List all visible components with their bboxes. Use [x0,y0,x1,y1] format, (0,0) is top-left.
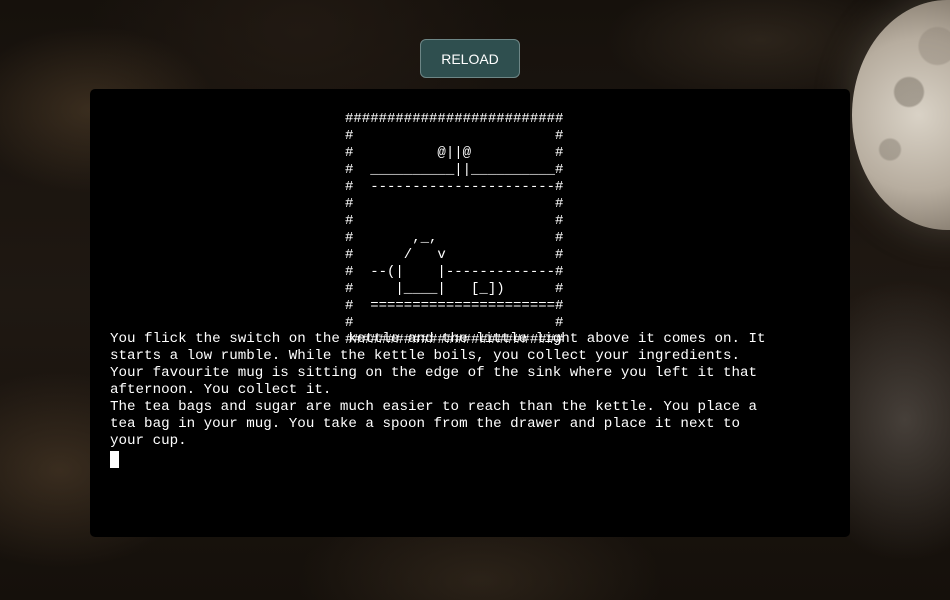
story-line: afternoon. You collect it. [110,382,332,398]
story-line: starts a low rumble. While the kettle bo… [110,348,741,364]
reload-button[interactable]: RELOAD [420,39,520,78]
story-line: The tea bags and sugar are much easier t… [110,399,758,415]
story-line: tea bag in your mug. You take a spoon fr… [110,416,741,432]
moon-image [852,0,950,230]
terminal-window[interactable]: ########################## # # # @||@ # … [90,89,850,537]
story-line: You flick the switch on the kettle and t… [110,331,766,347]
story-line: your cup. [110,433,187,449]
kettle-ascii-art: ########################## # # # @||@ # … [345,111,564,348]
text-cursor[interactable] [110,451,119,468]
story-output: You flick the switch on the kettle and t… [110,331,830,468]
story-line: Your favourite mug is sitting on the edg… [110,365,758,381]
